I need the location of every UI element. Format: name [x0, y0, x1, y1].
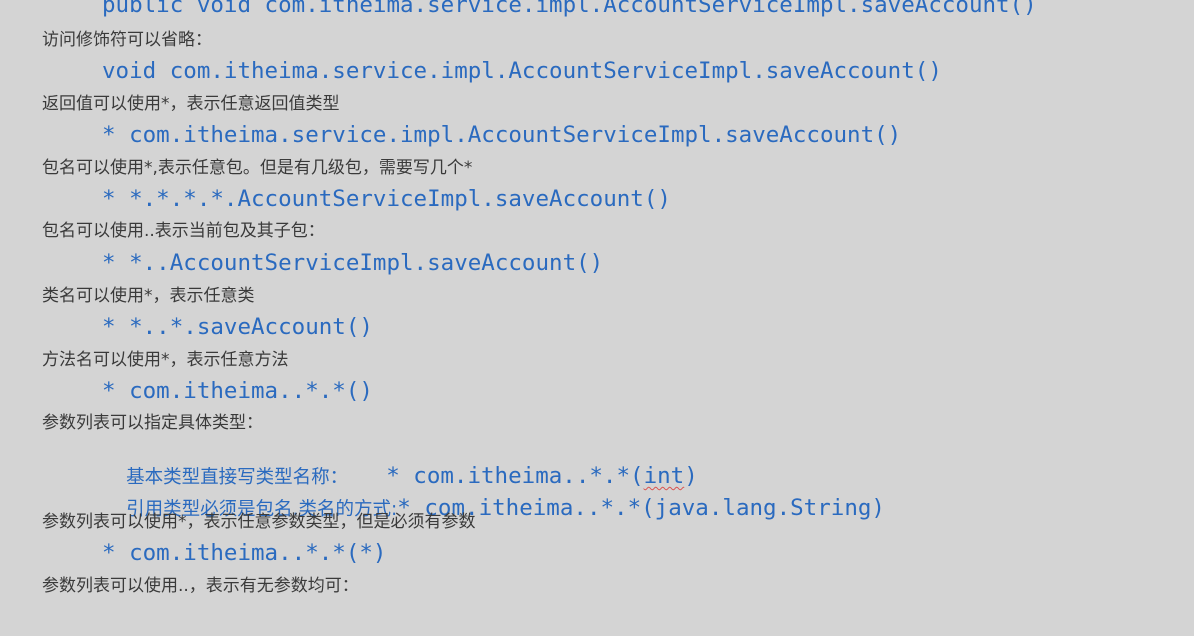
- code-line-subpackages: * *..AccountServiceImpl.saveAccount(): [102, 250, 604, 276]
- code-line-any-return: * com.itheima.service.impl.AccountServic…: [102, 122, 902, 148]
- note-return-type: 返回值可以使用*，表示任意返回值类型: [42, 94, 340, 114]
- code-line-any-param: * com.itheima..*.*(*): [102, 540, 387, 566]
- note-class-wildcard: 类名可以使用*，表示任意类: [42, 286, 255, 306]
- note-param-any-type: 参数列表可以使用*，表示任意参数类型，但是必须有参数: [42, 512, 476, 532]
- note-access-modifier: 访问修饰符可以省略：: [42, 30, 212, 50]
- note-param-types: 参数列表可以指定具体类型：: [42, 413, 263, 433]
- note-package-wildcard: 包名可以使用*,表示任意包。但是有几级包，需要写几个*: [42, 158, 473, 178]
- code-line-any-method: * com.itheima..*.*(): [102, 378, 373, 404]
- code-line-public-signature: public void com.itheima.service.impl.Acc…: [102, 0, 1037, 18]
- code-line-no-modifier: void com.itheima.service.impl.AccountSer…: [102, 58, 942, 84]
- note-method-wildcard: 方法名可以使用*，表示任意方法: [42, 350, 289, 370]
- note-param-optional: 参数列表可以使用..，表示有无参数均可：: [42, 576, 359, 596]
- code-line-any-class: * *..*.saveAccount(): [102, 314, 373, 340]
- code-line-package-stars: * *.*.*.*.AccountServiceImpl.saveAccount…: [102, 186, 671, 212]
- note-package-subpackages: 包名可以使用..表示当前包及其子包：: [42, 221, 325, 241]
- document-page: public void com.itheima.service.impl.Acc…: [0, 0, 1194, 636]
